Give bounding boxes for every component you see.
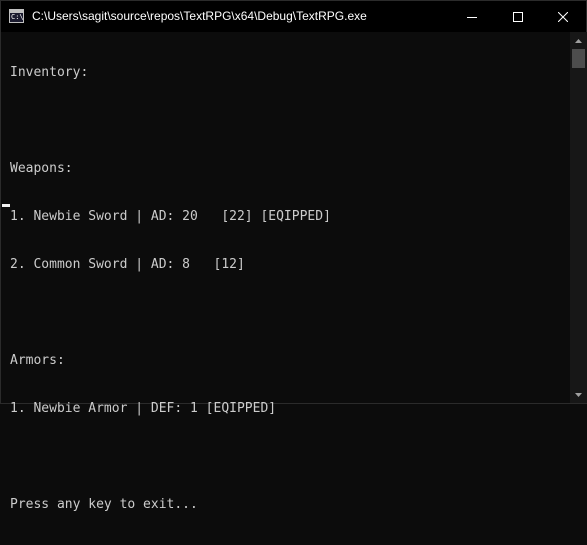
scroll-down-arrow-icon bbox=[575, 392, 582, 397]
console-output[interactable]: Inventory: Weapons: 1. Newbie Sword | AD… bbox=[1, 32, 570, 512]
scroll-up-arrow-icon bbox=[575, 38, 582, 43]
vertical-scrollbar[interactable] bbox=[570, 32, 587, 403]
console-icon[interactable]: C:\ bbox=[9, 9, 24, 23]
console-window: C:\ C:\Users\sagit\source\repos\TextRPG\… bbox=[0, 0, 587, 512]
console-line-weapon-1: 1. Newbie Sword | AD: 20 [22] [EQIPPED] bbox=[10, 209, 331, 224]
maximize-icon bbox=[513, 11, 523, 22]
console-line-weapon-2: 2. Common Sword | AD: 8 [12] bbox=[10, 257, 245, 272]
window-title: C:\Users\sagit\source\repos\TextRPG\x64\… bbox=[32, 9, 367, 23]
title-bar[interactable]: C:\ C:\Users\sagit\source\repos\TextRPG\… bbox=[1, 1, 586, 32]
scroll-thumb[interactable] bbox=[572, 49, 585, 68]
console-icon-label: C:\ bbox=[11, 13, 24, 21]
console-line-armor-1: 1. Newbie Armor | DEF: 1 [EQIPPED] bbox=[10, 401, 277, 416]
console-line-weapons-header: Weapons: bbox=[10, 161, 73, 176]
minimize-button[interactable] bbox=[449, 1, 495, 32]
scroll-up-button[interactable] bbox=[570, 32, 587, 49]
maximize-button[interactable] bbox=[495, 1, 541, 32]
scroll-down-button[interactable] bbox=[570, 386, 587, 403]
console-line-armors-header: Armors: bbox=[10, 353, 65, 368]
console-line-inventory-header: Inventory: bbox=[10, 65, 89, 80]
minimize-icon bbox=[467, 16, 477, 18]
close-icon bbox=[558, 11, 568, 22]
text-cursor bbox=[2, 204, 10, 207]
close-button[interactable] bbox=[540, 1, 586, 32]
console-line-exit-prompt: Press any key to exit... bbox=[10, 497, 198, 512]
